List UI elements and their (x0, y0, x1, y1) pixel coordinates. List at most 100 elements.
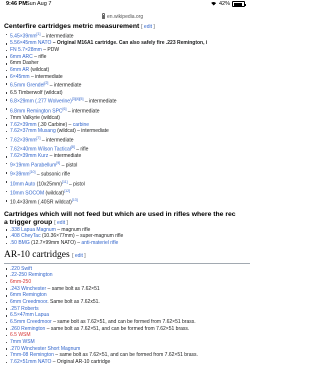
list-item: 6mm Remington (5, 292, 250, 299)
url-bar[interactable]: en.wikipedia.org (0, 12, 250, 22)
article-link[interactable]: anti-materiel rifle (81, 240, 118, 246)
article-link[interactable]: 7.62×40mm Wilson Tactical (10, 147, 71, 153)
citation-link[interactable]: [12] (64, 189, 70, 193)
article-link[interactable]: 5.45×39mm (10, 34, 37, 40)
list-item: 6mm Dasher (5, 60, 250, 67)
article-link[interactable]: 6.8mm Remington SPC (10, 108, 63, 114)
article-link[interactable]: carbine (73, 122, 89, 128)
list-item: 7.62×37mm Musang (wildcat) – intermediat… (5, 128, 250, 135)
list-item: 6.5mm Grendel[2] – intermediate (5, 80, 250, 89)
article-link[interactable]: 10mm SOCOM (10, 191, 44, 197)
list-item: .22-250 Remington (5, 272, 250, 279)
item-description: – magnum rifle (55, 226, 91, 233)
article-link[interactable]: 7mm WSM (10, 339, 35, 345)
list-item: .338 Lapua Magnum – magnum rifle (5, 226, 250, 234)
list-item: .50 BMG (12.7×99mm NATO) – anti-materiel… (5, 239, 250, 247)
article-link[interactable]: 7.62×39mm (10, 122, 37, 128)
section-title: Centerfire cartridges metric measurement (4, 23, 140, 30)
article-link[interactable]: 6mm ARC (10, 54, 33, 60)
item-description: – pistol (60, 162, 78, 169)
item-description: – subsonic rifle (35, 172, 71, 179)
article-link[interactable]: 6.5×47mm Lapua (10, 312, 49, 318)
article-link[interactable]: 7.62×37mm Musang (10, 128, 56, 134)
edit-link-text[interactable]: edit (57, 220, 65, 226)
item-description: – intermediate (83, 98, 117, 105)
edit-link-text[interactable]: edit (144, 24, 152, 30)
edit-link-text[interactable]: edit (75, 253, 83, 259)
article-link[interactable]: 7.62×51mm NATO (10, 359, 51, 365)
list-item: 10.4×33mm (.40SR wildcat)[13] (5, 197, 250, 206)
article-content: Centerfire cartridges metric measurement… (4, 23, 250, 365)
item-description: (10x25mm) (35, 181, 62, 188)
list-item: 7mm WSM (5, 339, 250, 346)
article-link[interactable]: .260 Remington (10, 326, 45, 332)
article-link[interactable]: 6×45mm (10, 74, 30, 80)
article-link[interactable]: 7.62×39mm (10, 137, 37, 143)
wifi-icon (209, 1, 217, 9)
status-time: 9:46 PM (6, 1, 27, 7)
article-link[interactable]: 7mm-08 Remington (10, 352, 54, 358)
item-description: – intermediate (48, 82, 82, 89)
list-item: 6mm AR (wildcat) (5, 67, 250, 74)
article-link[interactable]: 6.5mm Grendel (10, 83, 44, 89)
list-item: 6.5×47mm Lapua (5, 312, 250, 319)
item-description: – Original M16A1 cartridge. Can also saf… (51, 40, 208, 47)
item-description: – intermediate (40, 137, 74, 144)
battery-percent: 42% (218, 1, 230, 7)
list-item: 6.5 Timberwolf (wildcat) (5, 90, 250, 97)
list-item: 7.62×39mm Kurz – intermediate (5, 153, 250, 160)
list-item: 7mm-08 Remington – same bolt as 7.62×51,… (5, 352, 250, 359)
article-link[interactable]: 9×19mm Parabellum (10, 163, 56, 169)
section-title: Cartridges which will not feed but which… (4, 210, 236, 218)
item-description: – rifle (74, 146, 89, 153)
item-description: (wildcat) – intermediate (55, 128, 109, 135)
article-link[interactable]: 10mm Auto (10, 181, 35, 187)
missing-article-link[interactable]: 6mm-250 (10, 279, 31, 285)
article-link[interactable]: 6.5mm Creedmoor (10, 319, 52, 325)
missing-article-link[interactable]: 6.5 WSM (10, 332, 31, 338)
edit-link[interactable]: [ edit ] (72, 253, 86, 259)
list-item: .257 Roberts (5, 306, 250, 313)
article-link[interactable]: 7.62×39mm Kurz (10, 153, 48, 159)
article-link[interactable]: 6mm Remington (10, 292, 47, 298)
item-description: – pistol (67, 181, 85, 188)
item-description: 6mm Dasher (10, 60, 39, 67)
citation-link[interactable]: [3][4][5] (72, 97, 84, 101)
cartridge-list-no-feed: .338 Lapua Magnum – magnum rifle .408 Che… (4, 227, 250, 247)
url-text[interactable]: en.wikipedia.org (107, 14, 143, 20)
list-item: 6.5mm Creedmoor – same bolt as 7.62×51, … (5, 319, 250, 326)
article-link[interactable]: 6.8×29mm (.277 Wolverine) (10, 99, 72, 105)
article-link[interactable]: .50 BMG (10, 240, 30, 246)
cartridge-list-metric: 5.45×39mm[1] – intermediate 5.56×45mm NAT… (4, 31, 250, 207)
item-description: – PDW (41, 46, 60, 53)
citation-link[interactable]: [13] (72, 198, 78, 202)
status-bar: 9:46 PM Sun Aug 7 42% (0, 0, 250, 12)
edit-link[interactable]: [ edit ] (141, 24, 155, 30)
list-item: FN 5.7×28mm – PDW (5, 46, 250, 54)
article-link[interactable]: .220 Swift (10, 266, 32, 272)
list-item: 9×39mm[10] – subsonic rifle (5, 169, 250, 179)
list-item: 6mm-250 (5, 279, 250, 286)
article-link[interactable]: 6mm AR (10, 67, 29, 73)
article-link[interactable]: 5.56×45mm NATO (10, 40, 51, 46)
article-link[interactable]: 9×39mm (10, 172, 30, 178)
article-link[interactable]: .338 Lapua Magnum (10, 227, 56, 233)
edit-link[interactable]: [ edit ] (54, 220, 68, 226)
section-title: AR-10 cartridges (4, 249, 70, 260)
list-item: .408 CheyTac (10.36×77mm) – super-magnum… (5, 233, 250, 240)
article-link[interactable]: .22-250 Remington (10, 272, 53, 278)
section-heading-no-feed-line2: a trigger group [ edit ] (4, 219, 250, 227)
article-link[interactable]: .270 Winchester Short Magnum (10, 346, 80, 352)
article-link[interactable]: .257 Roberts (10, 306, 39, 312)
article-link[interactable]: 6mm Creedmoor (10, 299, 47, 305)
article-link[interactable]: .243 Winchester (10, 286, 46, 292)
article-link[interactable]: FN 5.7×28mm (10, 47, 42, 53)
item-description: – Original AR-10 cartridge (51, 358, 111, 365)
list-item: 5.45×39mm[1] – intermediate (5, 31, 250, 40)
section-heading-no-feed: Cartridges which will not feed but which… (4, 211, 250, 219)
item-description: . Same bolt as 7.62x51. (47, 298, 100, 305)
list-item: 7.62×39mm (.30 Carbine) – carbine (5, 122, 250, 129)
item-description: (12.7×99mm NATO) – (29, 239, 82, 246)
cartridge-list-ar10: .220 Swift .22-250 Remington 6mm-250.243 W… (4, 266, 250, 366)
article-link[interactable]: .408 CheyTac (10, 233, 41, 239)
